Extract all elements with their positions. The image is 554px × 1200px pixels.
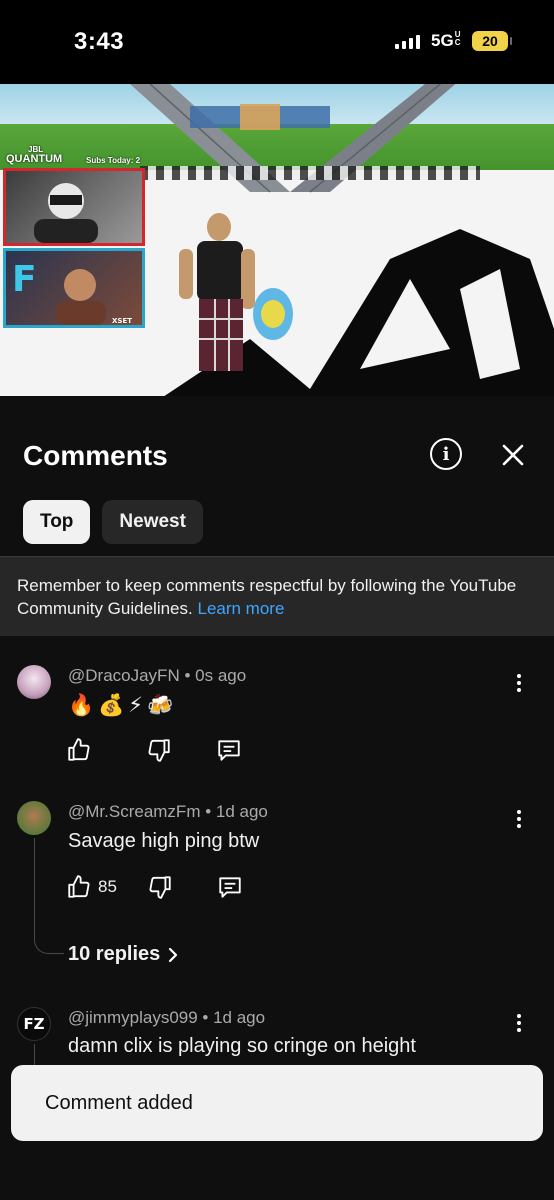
community-guidelines-notice: Remember to keep comments respectful by …	[0, 556, 554, 636]
avatar[interactable]	[17, 801, 51, 835]
comment-text: 🔥💰⚡🍻	[68, 694, 178, 717]
network-type: 5GUC	[431, 31, 464, 51]
sort-chips: Top Newest	[23, 500, 203, 544]
comment-text: damn clix is playing so cringe on height	[68, 1035, 416, 1057]
svg-text:F: F	[12, 259, 37, 300]
more-options-icon[interactable]	[512, 1014, 526, 1032]
thumbs-down-icon	[149, 876, 171, 899]
streamer-2-figure: F XSET	[12, 259, 132, 325]
avatar[interactable]: FZ	[17, 1007, 51, 1041]
streamer-webcam-2: F XSET	[3, 248, 145, 328]
toast-text: Comment added	[45, 1091, 193, 1114]
reply-thread-line	[34, 838, 64, 954]
comment-text: Savage high ping btw	[68, 830, 260, 852]
like-count: 85	[98, 877, 117, 896]
replies-label: 10 replies	[68, 943, 161, 965]
comment-time: 1d ago	[215, 802, 268, 821]
comment-time: 0s ago	[195, 666, 247, 685]
comment-author-meta[interactable]: @jimmyplays099 • 1d ago	[68, 1008, 265, 1028]
status-time: 3:43	[74, 28, 125, 55]
comment-time: 1d ago	[213, 1008, 266, 1027]
comment-actions: 85	[66, 873, 243, 901]
view-replies-button[interactable]: 10 replies	[68, 943, 180, 966]
video-player[interactable]: JBL QUANTUM Subs Today: 2 F XSET	[0, 84, 554, 396]
like-button[interactable]: 85	[66, 874, 117, 900]
learn-more-link[interactable]: Learn more	[197, 599, 284, 618]
comment-author[interactable]: @jimmyplays099	[68, 1008, 198, 1027]
cellular-signal-icon	[395, 35, 420, 49]
subs-today-label: Subs Today: 2	[86, 156, 141, 165]
brand-name: QUANTUM	[6, 153, 63, 166]
close-icon[interactable]	[498, 440, 528, 470]
reply-thread-line	[34, 1044, 35, 1066]
sort-chip-newest[interactable]: Newest	[102, 500, 203, 544]
thumbs-up-icon	[68, 738, 90, 761]
battery-icon: 20	[472, 31, 512, 51]
network-label: 5G	[431, 31, 454, 50]
comment-author[interactable]: @DracoJayFN	[68, 666, 180, 685]
streamer-1-figure	[34, 183, 98, 243]
more-options-icon[interactable]	[512, 810, 526, 828]
dislike-button[interactable]	[146, 737, 172, 763]
comments-title: Comments	[23, 440, 168, 471]
status-bar: 3:43 5GUC 20	[0, 0, 554, 84]
info-icon[interactable]: i	[430, 438, 462, 470]
comment-author-meta[interactable]: @Mr.ScreamzFm • 1d ago	[68, 802, 268, 822]
reply-icon	[218, 740, 240, 761]
video-player-character	[179, 213, 293, 371]
comment-author[interactable]: @Mr.ScreamzFm	[68, 802, 200, 821]
comment-separator: •	[179, 666, 196, 685]
reply-button[interactable]	[217, 874, 243, 900]
dislike-button[interactable]	[147, 874, 173, 900]
chevron-right-icon	[169, 947, 178, 962]
avatar[interactable]	[17, 665, 51, 699]
network-suffix: UC	[454, 30, 461, 47]
streamer-webcam-1	[3, 168, 145, 246]
toast-notification: Comment added	[11, 1065, 543, 1141]
video-checker-strip	[140, 166, 480, 180]
like-button[interactable]	[66, 737, 92, 763]
jbl-quantum-logo: JBL QUANTUM	[6, 145, 63, 166]
comment-actions	[66, 736, 242, 764]
sort-chip-top[interactable]: Top	[23, 500, 91, 544]
reply-button[interactable]	[216, 737, 242, 763]
thumbs-up-icon	[68, 875, 90, 898]
battery-level: 20	[482, 33, 498, 49]
more-options-icon[interactable]	[512, 674, 526, 692]
comment-separator: •	[197, 1008, 214, 1027]
avatar-text: FZ	[23, 1015, 45, 1033]
comment-author-meta[interactable]: @DracoJayFN • 0s ago	[68, 666, 246, 686]
sponsor-label: XSET	[112, 317, 132, 325]
thumbs-down-icon	[148, 739, 170, 762]
comment-separator: •	[200, 802, 216, 821]
reply-icon	[219, 877, 241, 898]
